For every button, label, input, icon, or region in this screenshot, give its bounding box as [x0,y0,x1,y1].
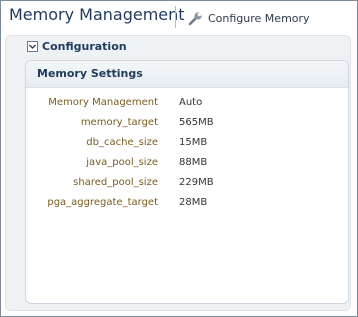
property-label: shared_pool_size [73,177,158,188]
property-label: memory_target [80,117,158,128]
configure-memory-link[interactable]: Configure Memory [187,9,310,27]
property-label: db_cache_size [86,137,158,148]
memory-settings-header: Memory Settings [26,61,348,88]
property-row: db_cache_size 15MB [26,137,346,155]
configuration-section-header[interactable]: Configuration [27,38,127,54]
property-row: pga_aggregate_target 28MB [26,197,346,215]
memory-settings-title: Memory Settings [37,67,143,80]
property-label: Memory Management [48,97,158,108]
property-row: memory_target 565MB [26,117,346,135]
property-value: 15MB [179,137,208,148]
property-value: 88MB [179,157,208,168]
property-row: java_pool_size 88MB [26,157,346,175]
memory-settings-box: Memory Settings Memory Management Auto m… [25,60,349,304]
page-title: Memory Management [9,5,185,24]
page-header: Memory Management Configure Memory [1,1,357,35]
property-label: pga_aggregate_target [47,197,158,208]
property-row: Memory Management Auto [26,97,346,115]
property-value: Auto [179,97,203,108]
chevron-down-icon[interactable] [27,40,38,52]
property-value: 28MB [179,197,208,208]
property-value: 565MB [179,117,214,128]
title-divider [175,6,176,28]
configure-memory-label: Configure Memory [208,11,310,25]
property-row: shared_pool_size 229MB [26,177,346,195]
property-label: java_pool_size [86,157,158,168]
configuration-section-title: Configuration [42,39,127,53]
wrench-icon [187,10,204,27]
property-value: 229MB [179,177,214,188]
